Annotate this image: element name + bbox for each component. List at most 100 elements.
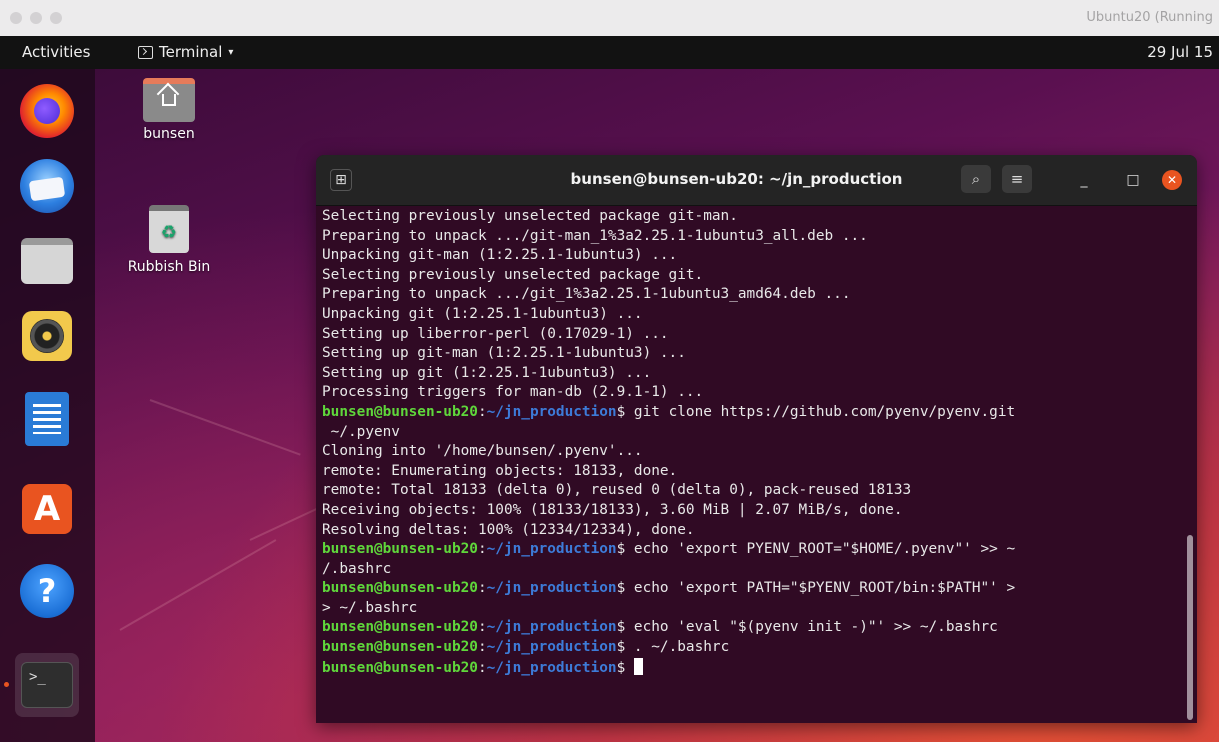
chevron-down-icon: ▾ <box>228 46 234 58</box>
terminal-line-text: Setting up liberror-perl (0.17029-1) ... <box>322 325 669 342</box>
prompt-path: ~/jn_production <box>486 639 617 656</box>
terminal-line-text: echo 'export PATH="$PYENV_ROOT/bin:$PATH… <box>625 580 1016 597</box>
terminal-output-line: Selecting previously unselected package … <box>322 266 1183 286</box>
terminal-line-text: ~/.pyenv <box>322 423 400 440</box>
search-icon: ⌕ <box>971 170 981 188</box>
terminal-output-line: Resolving deltas: 100% (12334/12334), do… <box>322 521 1183 541</box>
clock[interactable]: 29 Jul 15 <box>1147 43 1213 61</box>
terminal-line-text: Unpacking git (1:2.25.1-1ubuntu3) ... <box>322 305 643 322</box>
terminal-icon: >_ <box>21 662 73 708</box>
thunderbird-icon <box>20 159 74 213</box>
terminal-output-line: Selecting previously unselected package … <box>322 207 1183 227</box>
terminal-output-line: Setting up liberror-perl (0.17029-1) ... <box>322 325 1183 345</box>
prompt-symbol: $ <box>616 659 626 676</box>
prompt-user: bunsen@bunsen-ub20 <box>322 403 478 420</box>
terminal-line-text: /.bashrc <box>322 560 392 577</box>
prompt-path: ~/jn_production <box>486 580 617 597</box>
hamburger-menu-icon: ≡ <box>1010 170 1024 188</box>
terminal-output-line: Processing triggers for man-db (2.9.1-1)… <box>322 383 1183 403</box>
dock-item-help[interactable]: ? <box>15 559 79 623</box>
terminal-scrollbar[interactable] <box>1187 535 1193 720</box>
terminal-line-text: . ~/.bashrc <box>625 639 730 656</box>
terminal-output-line: remote: Enumerating objects: 18133, done… <box>322 462 1183 482</box>
terminal-prompt-line: bunsen@bunsen-ub20:~/jn_production$ echo… <box>322 618 1183 638</box>
terminal-title: bunsen@bunsen-ub20: ~/jn_production <box>570 170 903 188</box>
terminal-output-line: Preparing to unpack .../git-man_1%3a2.25… <box>322 227 1183 247</box>
terminal-line-text: Selecting previously unselected package … <box>322 208 738 224</box>
terminal-line-text <box>625 660 634 676</box>
rubbish-bin-icon: ♻ <box>149 205 189 253</box>
desktop-icon-label: bunsen <box>143 126 195 142</box>
terminal-output[interactable]: Selecting previously unselected package … <box>322 207 1183 723</box>
dock-item-ubuntu-software[interactable]: A <box>15 477 79 541</box>
prompt-symbol: $ <box>616 403 626 420</box>
terminal-line-text: Unpacking git-man (1:2.25.1-1ubuntu3) ..… <box>322 247 678 264</box>
gnome-top-bar: Activities Terminal ▾ 29 Jul 15 <box>0 36 1219 69</box>
writer-icon <box>25 392 69 446</box>
maximize-button[interactable]: □ <box>1123 170 1143 190</box>
prompt-separator: : <box>477 639 487 656</box>
search-button[interactable]: ⌕ <box>961 165 991 193</box>
terminal-icon <box>138 45 153 59</box>
terminal-output-line: remote: Total 18133 (delta 0), reused 0 … <box>322 481 1183 501</box>
desktop-icon-label: Rubbish Bin <box>127 259 211 275</box>
dock-item-rhythmbox[interactable] <box>15 304 79 368</box>
prompt-symbol: $ <box>616 639 626 656</box>
prompt-separator: : <box>477 541 487 558</box>
prompt-separator: : <box>477 403 487 420</box>
prompt-separator: : <box>477 659 487 676</box>
prompt-path: ~/jn_production <box>486 659 617 676</box>
app-menu-button[interactable]: Terminal ▾ <box>138 43 233 61</box>
wallpaper-streak <box>149 399 301 456</box>
terminal-header-bar: ⊞ bunsen@bunsen-ub20: ~/jn_production ⌕ … <box>316 155 1197 206</box>
terminal-output-line: Receiving objects: 100% (18133/18133), 3… <box>322 501 1183 521</box>
prompt-symbol: $ <box>616 619 626 636</box>
rhythmbox-icon <box>22 311 72 361</box>
prompt-user: bunsen@bunsen-ub20 <box>322 619 478 636</box>
prompt-user: bunsen@bunsen-ub20 <box>322 541 478 558</box>
desktop-icon-rubbish-bin[interactable]: ♻ Rubbish Bin <box>114 205 224 275</box>
prompt-path: ~/jn_production <box>486 619 617 636</box>
minimize-button[interactable]: _ <box>1074 170 1094 190</box>
text-cursor <box>633 657 643 675</box>
software-icon: A <box>22 484 72 534</box>
terminal-output-line: Unpacking git-man (1:2.25.1-1ubuntu3) ..… <box>322 246 1183 266</box>
terminal-prompt-line: bunsen@bunsen-ub20:~/jn_production$ echo… <box>322 540 1183 560</box>
terminal-prompt-line: bunsen@bunsen-ub20:~/jn_production$ <box>322 657 1183 678</box>
vm-close-button[interactable] <box>10 12 22 24</box>
desktop-icon-home[interactable]: bunsen <box>114 78 224 142</box>
prompt-user: bunsen@bunsen-ub20 <box>322 580 478 597</box>
terminal-window: ⊞ bunsen@bunsen-ub20: ~/jn_production ⌕ … <box>316 155 1197 723</box>
menu-button[interactable]: ≡ <box>1002 165 1032 193</box>
terminal-line-text: Setting up git (1:2.25.1-1ubuntu3) ... <box>322 364 652 381</box>
activities-button[interactable]: Activities <box>22 43 90 61</box>
vm-zoom-button[interactable] <box>50 12 62 24</box>
vm-minimize-button[interactable] <box>30 12 42 24</box>
prompt-path: ~/jn_production <box>486 541 617 558</box>
terminal-line-text: echo 'eval "$(pyenv init -)"' >> ~/.bash… <box>625 619 998 636</box>
dock-item-libreoffice-writer[interactable] <box>15 387 79 451</box>
dock: A ? >_ <box>0 69 95 742</box>
app-menu-label: Terminal <box>159 43 223 61</box>
terminal-prompt-line: bunsen@bunsen-ub20:~/jn_production$ echo… <box>322 579 1183 599</box>
terminal-line-text: Setting up git-man (1:2.25.1-1ubuntu3) .… <box>322 345 686 362</box>
prompt-separator: : <box>477 580 487 597</box>
dock-item-terminal[interactable]: >_ <box>15 653 79 717</box>
prompt-separator: : <box>477 619 487 636</box>
prompt-symbol: $ <box>616 580 626 597</box>
prompt-user: bunsen@bunsen-ub20 <box>322 659 478 676</box>
home-folder-icon <box>143 78 195 122</box>
terminal-prompt-line: bunsen@bunsen-ub20:~/jn_production$ . ~/… <box>322 638 1183 658</box>
terminal-line-text: Cloning into '/home/bunsen/.pyenv'... <box>322 443 643 460</box>
prompt-user: bunsen@bunsen-ub20 <box>322 639 478 656</box>
vm-window-bar: Ubuntu20 (Running <box>0 0 1219 37</box>
terminal-line-text: Selecting previously unselected package … <box>322 266 704 283</box>
close-button[interactable]: ✕ <box>1162 170 1182 190</box>
dock-item-thunderbird[interactable] <box>15 154 79 218</box>
terminal-line-text: Preparing to unpack .../git_1%3a2.25.1-1… <box>322 286 851 303</box>
terminal-line-text: remote: Enumerating objects: 18133, done… <box>322 462 678 479</box>
active-indicator <box>4 682 9 687</box>
terminal-line-text: Processing triggers for man-db (2.9.1-1)… <box>322 384 704 401</box>
dock-item-files[interactable] <box>15 229 79 293</box>
dock-item-firefox[interactable] <box>15 79 79 143</box>
